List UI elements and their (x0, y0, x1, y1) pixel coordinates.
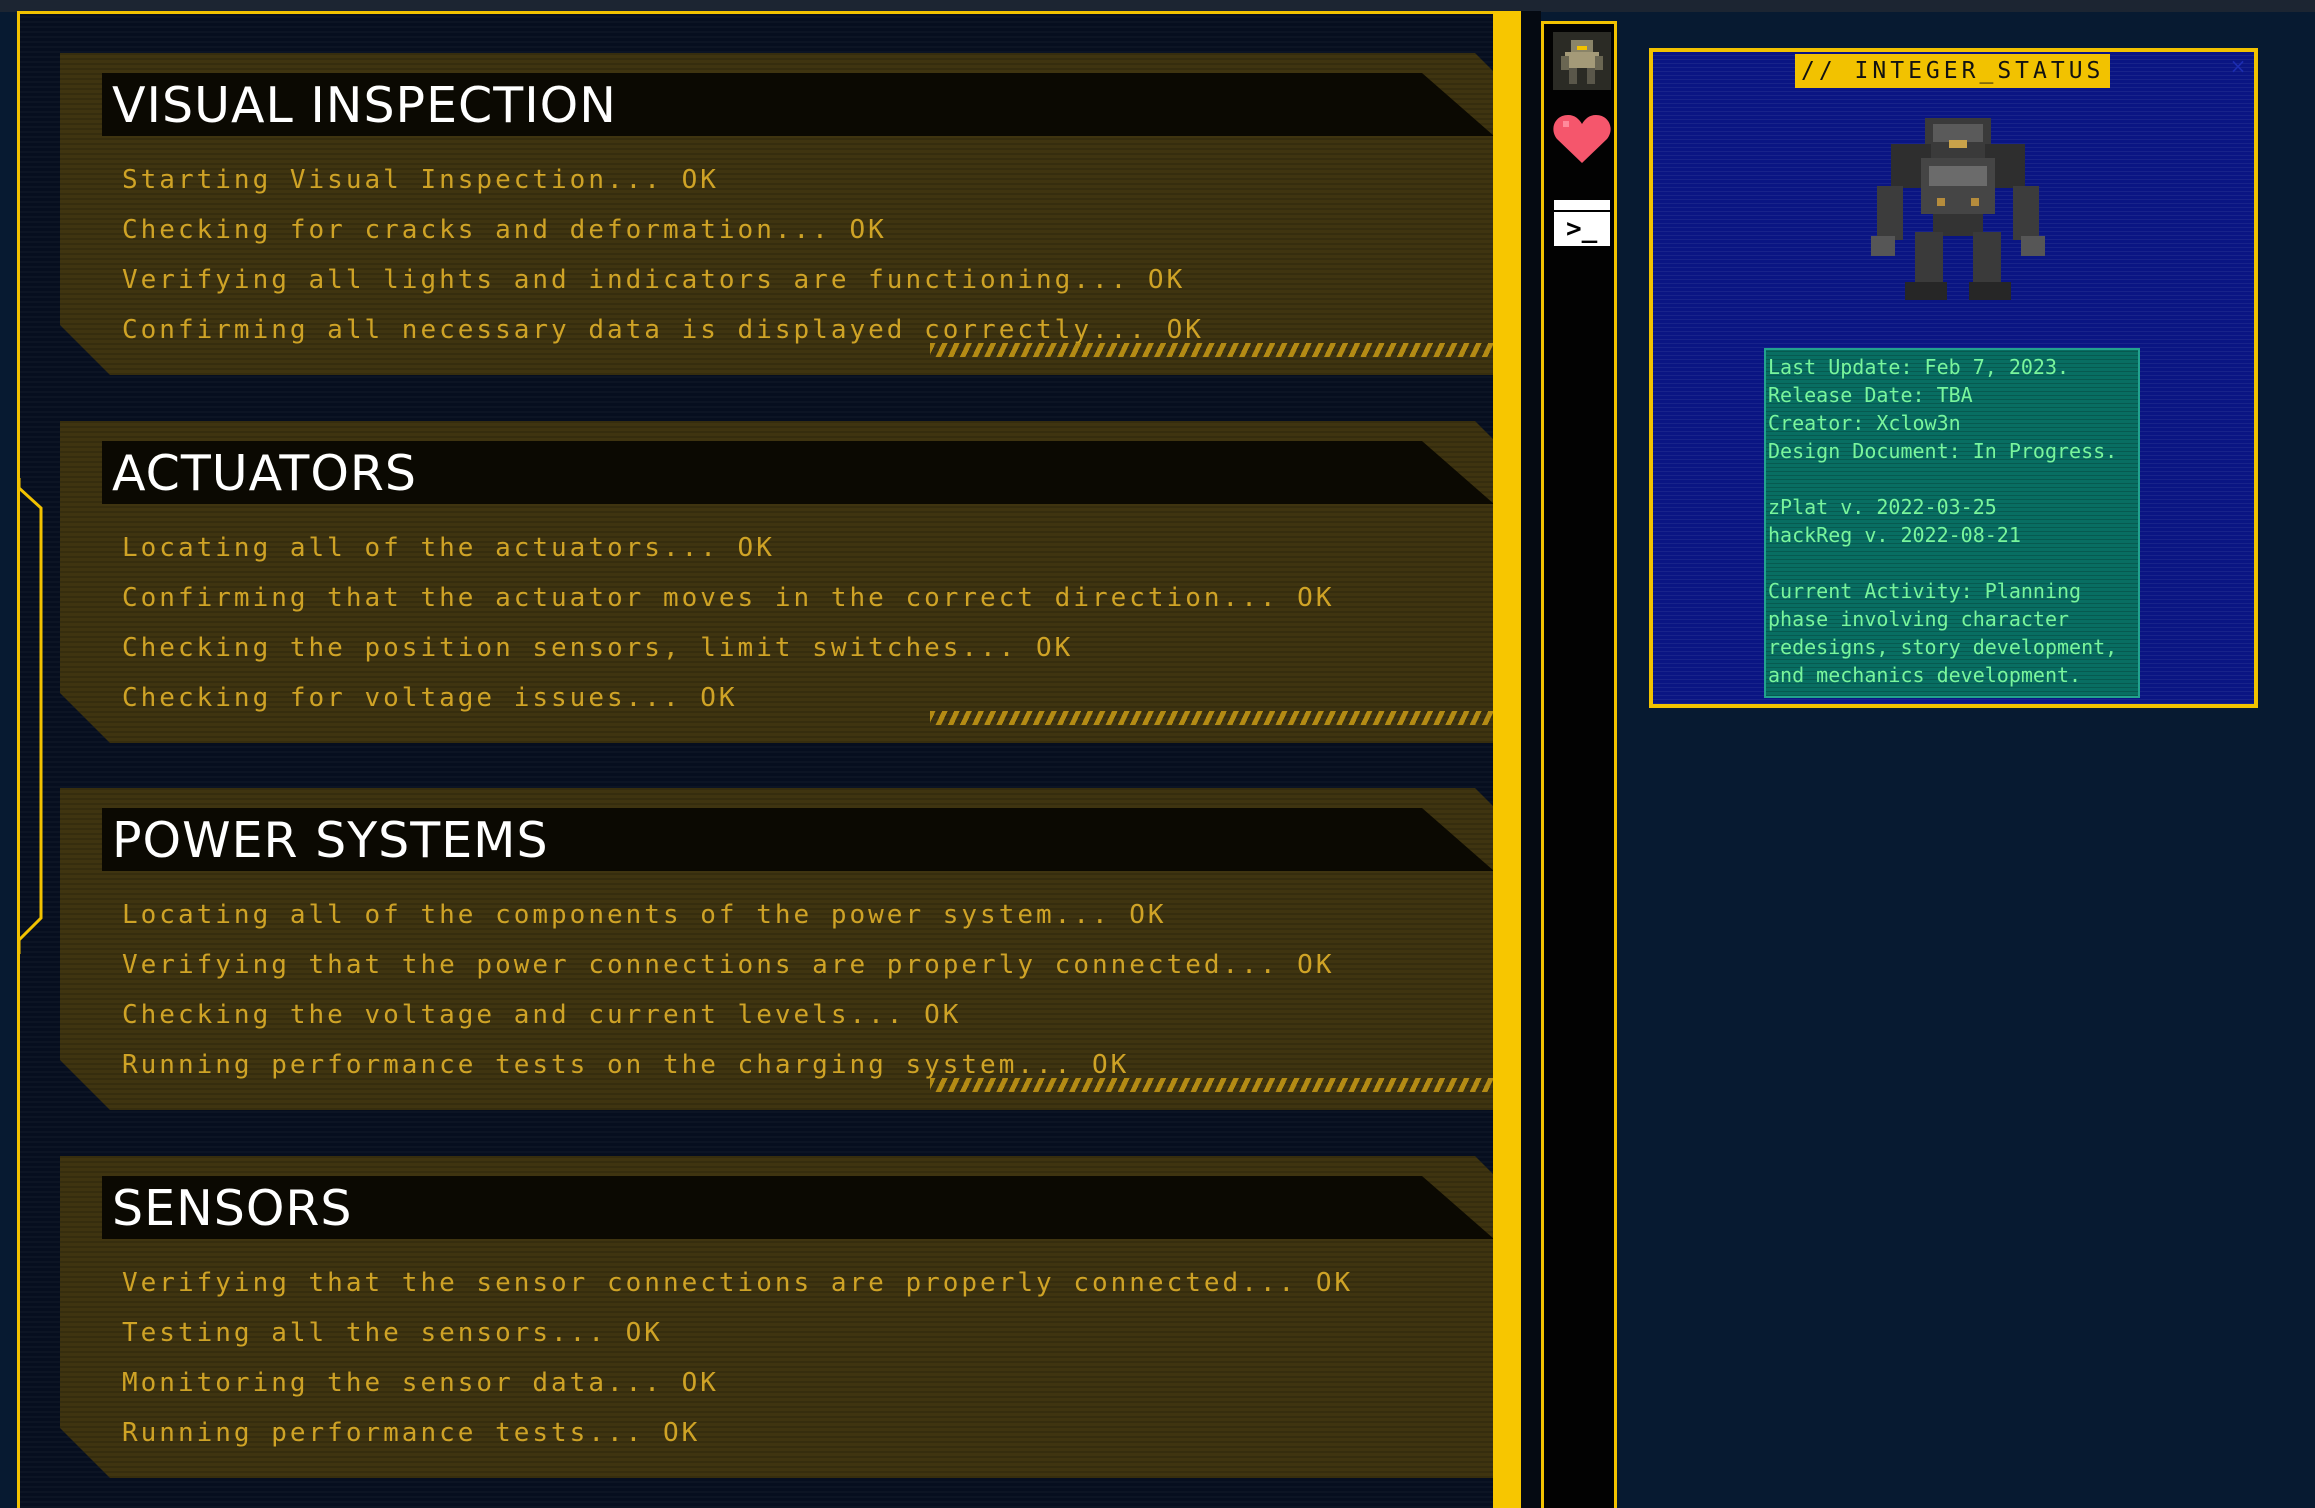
step-line: Verifying that the power connections are… (122, 950, 1335, 980)
section-header: ACTUATORS (102, 441, 1494, 504)
step-list: Locating all of the components of the po… (122, 890, 1334, 1090)
step-line: Testing all the sensors... OK (122, 1318, 663, 1348)
hazard-stripes (930, 1078, 1510, 1092)
info-line: Release Date: TBA (1768, 383, 1973, 407)
info-line: Current Activity: Planning (1768, 579, 2082, 603)
scrollbar[interactable] (1493, 11, 1521, 1508)
panel-notch-decoration (17, 478, 43, 954)
section-actuators: ACTUATORS Locating all of the actuators.… (60, 421, 1510, 743)
integer-status-window: // INTEGER_STATUS × Last Update: Feb 7, … (1649, 48, 2258, 708)
section-header: SENSORS (102, 1176, 1494, 1239)
step-list: Starting Visual Inspection... OK Checkin… (122, 155, 1204, 355)
step-line: Verifying all lights and indicators are … (122, 265, 1186, 295)
section-power-systems: POWER SYSTEMS Locating all of the compon… (60, 788, 1510, 1110)
step-line: Checking for cracks and deformation... O… (122, 215, 887, 245)
mech-avatar-button[interactable] (1553, 32, 1611, 90)
favorite-button[interactable] (1553, 110, 1611, 168)
terminal-button[interactable]: >_ (1553, 194, 1611, 252)
panel-divider (1521, 11, 1541, 1508)
mech-avatar-icon (1561, 40, 1603, 84)
section-header: POWER SYSTEMS (102, 808, 1494, 871)
step-line: Running performance tests... OK (122, 1418, 701, 1448)
mech-robot-image (1871, 118, 2045, 300)
step-line: Locating all of the actuators... OK (122, 533, 775, 563)
terminal-glyph: >_ (1566, 214, 1598, 244)
info-line: Last Update: Feb 7, 2023. (1768, 355, 2070, 379)
section-title: POWER SYSTEMS (112, 812, 549, 869)
info-line (1768, 549, 2136, 577)
step-list: Verifying that the sensor connections ar… (122, 1258, 1353, 1458)
terminal-icon: >_ (1554, 200, 1610, 246)
step-line: Confirming that the actuator moves in th… (122, 583, 1335, 613)
info-line: Design Document: In Progress. (1768, 439, 2118, 463)
step-line: Checking the position sensors, limit swi… (122, 633, 1074, 663)
status-info-box: Last Update: Feb 7, 2023. Release Date: … (1764, 348, 2140, 698)
info-line: hackReg v. 2022-08-21 (1768, 523, 2021, 547)
close-button[interactable]: × (2228, 56, 2248, 76)
info-line: and mechanics development. (1768, 663, 2082, 687)
step-line: Starting Visual Inspection... OK (122, 165, 719, 195)
info-line: Creator: Xclow3n (1768, 411, 1961, 435)
hazard-stripes (930, 343, 1510, 357)
section-sensors: SENSORS Verifying that the sensor connec… (60, 1156, 1510, 1478)
hazard-stripes (930, 711, 1510, 725)
info-line: redesigns, story development, (1768, 635, 2118, 659)
section-title: SENSORS (112, 1180, 353, 1237)
status-window-title: // INTEGER_STATUS (1795, 54, 2111, 88)
heart-icon (1553, 115, 1611, 163)
info-line (1768, 465, 2136, 493)
section-visual-inspection: VISUAL INSPECTION Starting Visual Inspec… (60, 53, 1510, 375)
info-line: zPlat v. 2022-03-25 (1768, 495, 1997, 519)
section-header: VISUAL INSPECTION (102, 73, 1494, 136)
info-line: phase involving character (1768, 607, 2070, 631)
step-line: Checking the voltage and current levels.… (122, 1000, 962, 1030)
step-line: Verifying that the sensor connections ar… (122, 1268, 1354, 1298)
side-toolbar: >_ (1541, 21, 1617, 1508)
step-line: Monitoring the sensor data... OK (122, 1368, 719, 1398)
section-title: VISUAL INSPECTION (112, 77, 617, 134)
step-line: Locating all of the components of the po… (122, 900, 1167, 930)
section-title: ACTUATORS (112, 445, 418, 502)
step-list: Locating all of the actuators... OK Conf… (122, 523, 1334, 723)
